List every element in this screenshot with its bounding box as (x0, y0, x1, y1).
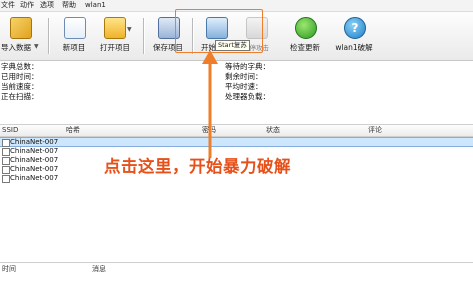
new-document-icon (64, 17, 86, 39)
row-checkbox[interactable] (2, 139, 10, 147)
row-ssid: ChinaNet-007 (10, 174, 59, 182)
row-checkbox[interactable] (2, 166, 10, 174)
toolbar-separator (48, 18, 50, 54)
remaining-time-label: 剩余时间： (225, 72, 263, 81)
check-update-button[interactable]: 检查更新 (282, 12, 328, 60)
import-data-button[interactable]: 导入数据 ▼ (0, 12, 40, 60)
table-row[interactable]: ChinaNet-007 (0, 147, 473, 156)
open-project-button[interactable]: 打开项目 ▼ (96, 12, 140, 60)
open-dropdown-arrow[interactable]: ▼ (127, 26, 132, 33)
menu-file[interactable]: 文件 (1, 1, 15, 10)
dict-total-label: 字典总数： (1, 62, 39, 71)
row-ssid: ChinaNet-007 (10, 147, 59, 155)
cpu-load-label: 处理器负载： (225, 92, 270, 101)
help-icon: ? (344, 17, 366, 39)
table-row[interactable]: ChinaNet-007 (0, 137, 473, 147)
row-checkbox[interactable] (2, 175, 10, 183)
log-column-message[interactable]: 消息 (92, 265, 106, 274)
elapsed-time-label: 已用时间： (1, 72, 39, 81)
new-project-label: 新项目 (62, 43, 86, 52)
column-ssid[interactable]: SSID (2, 126, 18, 135)
waiting-dict-label: 等待的字典： (225, 62, 270, 71)
import-dropdown-arrow[interactable]: ▼ (34, 43, 39, 50)
column-status[interactable]: 状态 (266, 126, 280, 135)
row-ssid: ChinaNet-007 (10, 156, 59, 164)
menu-help[interactable]: 帮助 (62, 1, 76, 10)
import-icon (10, 17, 32, 39)
menu-action[interactable]: 动作 (20, 1, 34, 10)
scanning-label: 正在扫描： (1, 92, 39, 101)
row-checkbox[interactable] (2, 148, 10, 156)
check-update-label: 检查更新 (290, 43, 320, 52)
column-comment[interactable]: 评论 (368, 126, 382, 135)
table-header: SSID 哈希 密码 状态 评论 (0, 124, 473, 137)
column-hash[interactable]: 哈希 (66, 126, 80, 135)
current-speed-label: 当前速度： (1, 82, 39, 91)
wlan-crack-button[interactable]: ? wlan1破解 (332, 12, 376, 60)
average-speed-label: 平均时速： (225, 82, 263, 91)
toolbar-separator (143, 18, 145, 54)
row-ssid: ChinaNet-007 (10, 138, 59, 146)
annotation-arrow-icon (202, 50, 218, 158)
log-column-time[interactable]: 时间 (2, 265, 16, 274)
new-project-button[interactable]: 新项目 (56, 12, 92, 60)
menu-wlan[interactable]: wlan1 (85, 1, 106, 10)
wlan-crack-label: wlan1破解 (335, 43, 373, 52)
globe-update-icon (295, 17, 317, 39)
annotation-text: 点击这里，开始暴力破解 (104, 157, 291, 176)
row-ssid: ChinaNet-007 (10, 165, 59, 173)
open-folder-icon (104, 17, 126, 39)
log-divider (0, 262, 473, 263)
row-checkbox[interactable] (2, 157, 10, 165)
menu-options[interactable]: 选项 (40, 1, 54, 10)
open-project-label: 打开项目 (100, 43, 130, 52)
